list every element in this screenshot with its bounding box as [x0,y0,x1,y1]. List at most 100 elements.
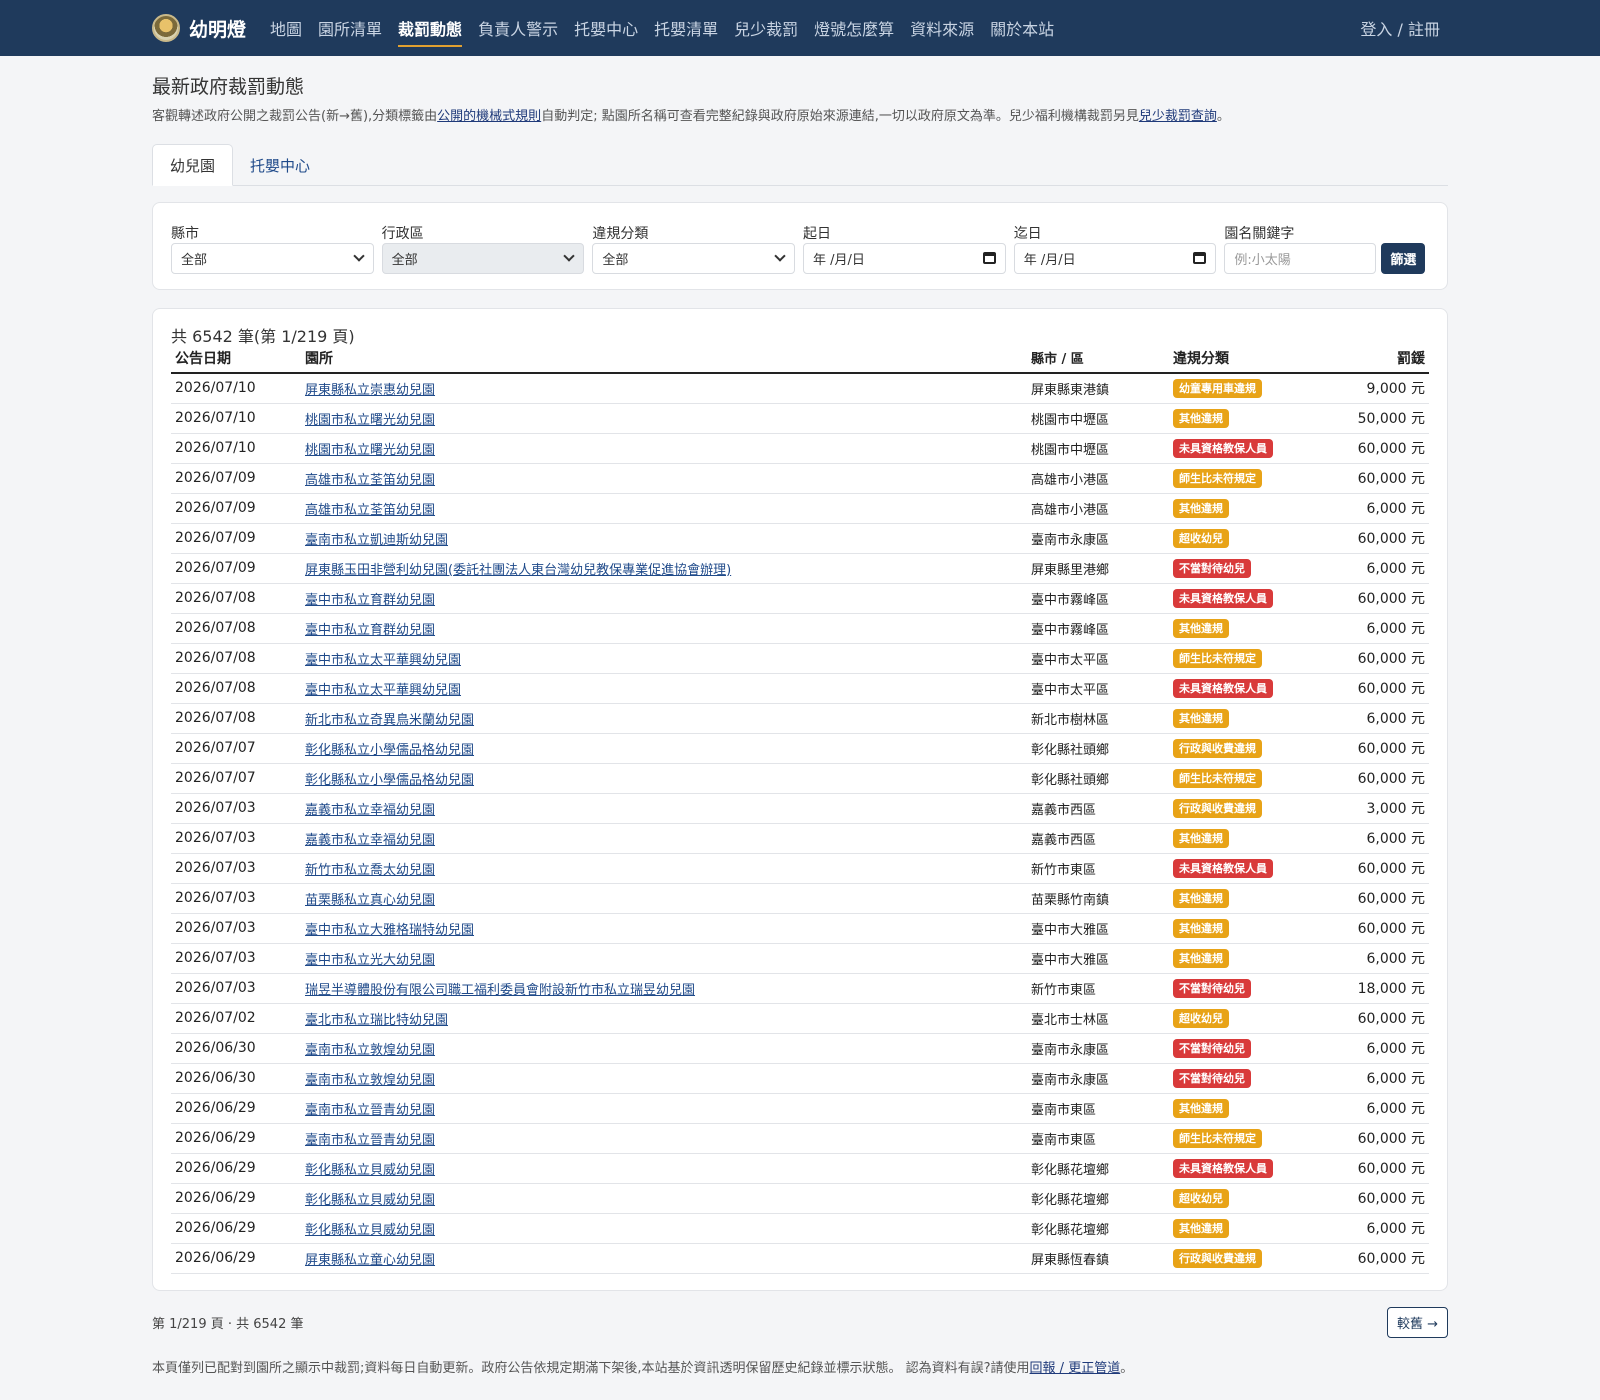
school-link[interactable]: 新北市私立奇異鳥米蘭幼兒園 [305,713,474,728]
cell-area: 新竹市東區 [1027,853,1169,884]
youth-penalty-link[interactable]: 兒少裁罰查詢 [1139,109,1217,124]
school-link[interactable]: 臺中市私立太平華興幼兒園 [305,653,461,668]
school-link[interactable]: 苗栗縣私立真心幼兒園 [305,893,435,908]
district-select[interactable]: 全部 [381,243,585,274]
cell-area: 臺南市東區 [1027,1093,1169,1124]
school-link[interactable]: 彰化縣私立貝威幼兒園 [305,1193,435,1208]
category-badge: 其他違規 [1173,618,1229,638]
table-row: 2026/07/03 苗栗縣私立真心幼兒園 苗栗縣竹南鎮 其他違規 60,000 元 [171,883,1429,914]
school-link[interactable]: 高雄市私立荃笛幼兒園 [305,473,435,488]
start-date-input[interactable]: 年 /月/日 [803,243,1006,274]
school-link[interactable]: 屏東縣私立童心幼兒園 [305,1253,435,1268]
older-page-button[interactable]: 較舊 → [1386,1307,1448,1338]
school-link[interactable]: 臺北市私立瑞比特幼兒園 [305,1013,448,1028]
category-badge: 其他違規 [1173,498,1229,518]
nav-link-school-list[interactable]: 園所清單 [310,0,390,56]
school-link[interactable]: 臺南市私立凱迪斯幼兒園 [305,533,448,548]
school-link[interactable]: 嘉義市私立幸福幼兒園 [305,803,435,818]
table-header-row: 公告日期 園所 縣市 / 區 違規分類 罰鍰 [171,343,1429,374]
nav-link-youth-penalties[interactable]: 兒少裁罰 [726,0,806,56]
cell-fine: 6,000 元 [1349,613,1429,644]
cell-category: 其他違規 [1169,613,1349,644]
end-date-input[interactable]: 年 /月/日 [1013,243,1217,274]
login-register-link[interactable]: 登入 / 註冊 [1360,0,1440,56]
school-link[interactable]: 桃園市私立曙光幼兒園 [305,413,435,428]
cell-area: 彰化縣社頭鄉 [1027,733,1169,764]
cell-category: 行政與收費違規 [1169,793,1349,824]
nav-link-about[interactable]: 關於本站 [982,0,1062,56]
footer-text-2: 。 [1120,1360,1134,1376]
header-category: 違規分類 [1169,343,1349,374]
nav-link-penalties[interactable]: 裁罰動態 [390,0,470,56]
cell-school: 桃園市私立曙光幼兒園 [301,433,1027,464]
nav-link-daycare[interactable]: 托嬰中心 [566,0,646,56]
category-badge: 未具資格教保人員 [1173,588,1273,608]
school-link[interactable]: 彰化縣私立貝威幼兒園 [305,1163,435,1178]
school-link[interactable]: 臺南市私立晉青幼兒園 [305,1133,435,1148]
nav-link-daycare-list[interactable]: 托嬰清單 [646,0,726,56]
chevron-down-icon [353,250,365,262]
school-link[interactable]: 新竹市私立喬太幼兒園 [305,863,435,878]
cell-date: 2026/07/03 [171,973,301,1004]
tab-kindergarten[interactable]: 幼兒園 [152,144,234,186]
table-row: 2026/07/03 臺中市私立大雅格瑞特幼兒園 臺中市大雅區 其他違規 60,000 … [171,913,1429,944]
county-select[interactable]: 全部 [171,243,374,274]
filter-button[interactable]: 篩選 [1381,243,1426,274]
school-link[interactable]: 桃園市私立曙光幼兒園 [305,443,435,458]
cell-fine: 60,000 元 [1349,1123,1429,1154]
category-filter: 違規分類 全部 [592,223,796,289]
category-badge: 行政與收費違規 [1173,1248,1262,1268]
table-row: 2026/06/30 臺南市私立敦煌幼兒園 臺南市永康區 不當對待幼兒 6,000 元 [171,1033,1429,1064]
school-link[interactable]: 瑞昱半導體股份有限公司職工福利委員會附設新竹市私立瑞昱幼兒園 [305,983,695,998]
school-link[interactable]: 臺南市私立敦煌幼兒園 [305,1043,435,1058]
category-select[interactable]: 全部 [592,243,796,274]
school-link[interactable]: 彰化縣私立貝威幼兒園 [305,1223,435,1238]
cell-category: 未具資格教保人員 [1169,853,1349,884]
cell-area: 屏東縣東港鎮 [1027,373,1169,404]
cell-fine-text: 6,000 元 [1366,1101,1425,1117]
cell-category: 其他違規 [1169,943,1349,974]
cell-area: 彰化縣社頭鄉 [1027,763,1169,794]
school-link[interactable]: 臺南市私立晉青幼兒園 [305,1103,435,1118]
cell-area: 新竹市東區 [1027,973,1169,1004]
nav-link-light-rules[interactable]: 燈號怎麼算 [806,0,902,56]
table-row: 2026/06/29 臺南市私立晉青幼兒園 臺南市東區 師生比未符規定 60,000 元 [171,1123,1429,1154]
school-link[interactable]: 彰化縣私立小學儒品格幼兒園 [305,743,474,758]
desc-text-2: 自動判定; 點園所名稱可查看完整紀錄與政府原始來源連結,一切以政府原文為準。兒少… [541,109,1139,124]
school-link[interactable]: 臺南市私立敦煌幼兒園 [305,1073,435,1088]
cell-fine: 9,000 元 [1349,373,1429,404]
nav-links: 地圖 園所清單 裁罰動態 負責人警示 托嬰中心 托嬰清單 兒少裁罰 燈號怎麼算 … [262,0,1062,56]
keyword-input[interactable]: 例:小太陽 [1224,243,1377,274]
report-link[interactable]: 回報 / 更正管道 [1030,1361,1121,1376]
calendar-icon[interactable] [1193,252,1207,264]
school-link[interactable]: 臺中市私立光大幼兒園 [305,953,435,968]
rules-link[interactable]: 公開的機械式規則 [437,109,541,124]
brand[interactable]: 幼明燈 [152,14,246,42]
cell-date: 2026/07/09 [171,463,301,494]
calendar-icon[interactable] [982,252,996,264]
school-link[interactable]: 屏東縣玉田非營利幼兒園(委託社團法人東台灣幼兒教保專業促進協會辦理) [305,563,731,578]
school-link[interactable]: 屏東縣私立崇惠幼兒園 [305,383,435,398]
cell-fine: 6,000 元 [1349,553,1429,584]
cell-school: 臺中市私立育群幼兒園 [301,613,1027,644]
nav-link-map[interactable]: 地圖 [262,0,310,56]
school-link[interactable]: 臺中市私立大雅格瑞特幼兒園 [305,923,474,938]
county-label: 縣市 [171,226,199,242]
district-filter: 行政區 全部 [381,223,585,289]
school-link[interactable]: 臺中市私立育群幼兒園 [305,593,435,608]
cell-fine-text: 60,000 元 [1357,1131,1425,1147]
cell-area: 臺北市士林區 [1027,1003,1169,1034]
nav-link-owner-alerts[interactable]: 負責人警示 [470,0,566,56]
cell-date: 2026/07/03 [171,853,301,884]
school-link[interactable]: 彰化縣私立小學儒品格幼兒園 [305,773,474,788]
tab-daycare[interactable]: 托嬰中心 [233,144,327,186]
cell-fine-text: 3,000 元 [1366,801,1425,817]
school-link[interactable]: 臺中市私立太平華興幼兒園 [305,683,461,698]
school-link[interactable]: 臺中市私立育群幼兒園 [305,623,435,638]
school-link[interactable]: 嘉義市私立幸福幼兒園 [305,833,435,848]
cell-area-text: 臺中市霧峰區 [1031,592,1110,608]
cell-fine: 6,000 元 [1349,493,1429,524]
nav-link-data-source[interactable]: 資料來源 [902,0,982,56]
school-link[interactable]: 高雄市私立荃笛幼兒園 [305,503,435,518]
cell-date: 2026/07/03 [171,793,301,824]
